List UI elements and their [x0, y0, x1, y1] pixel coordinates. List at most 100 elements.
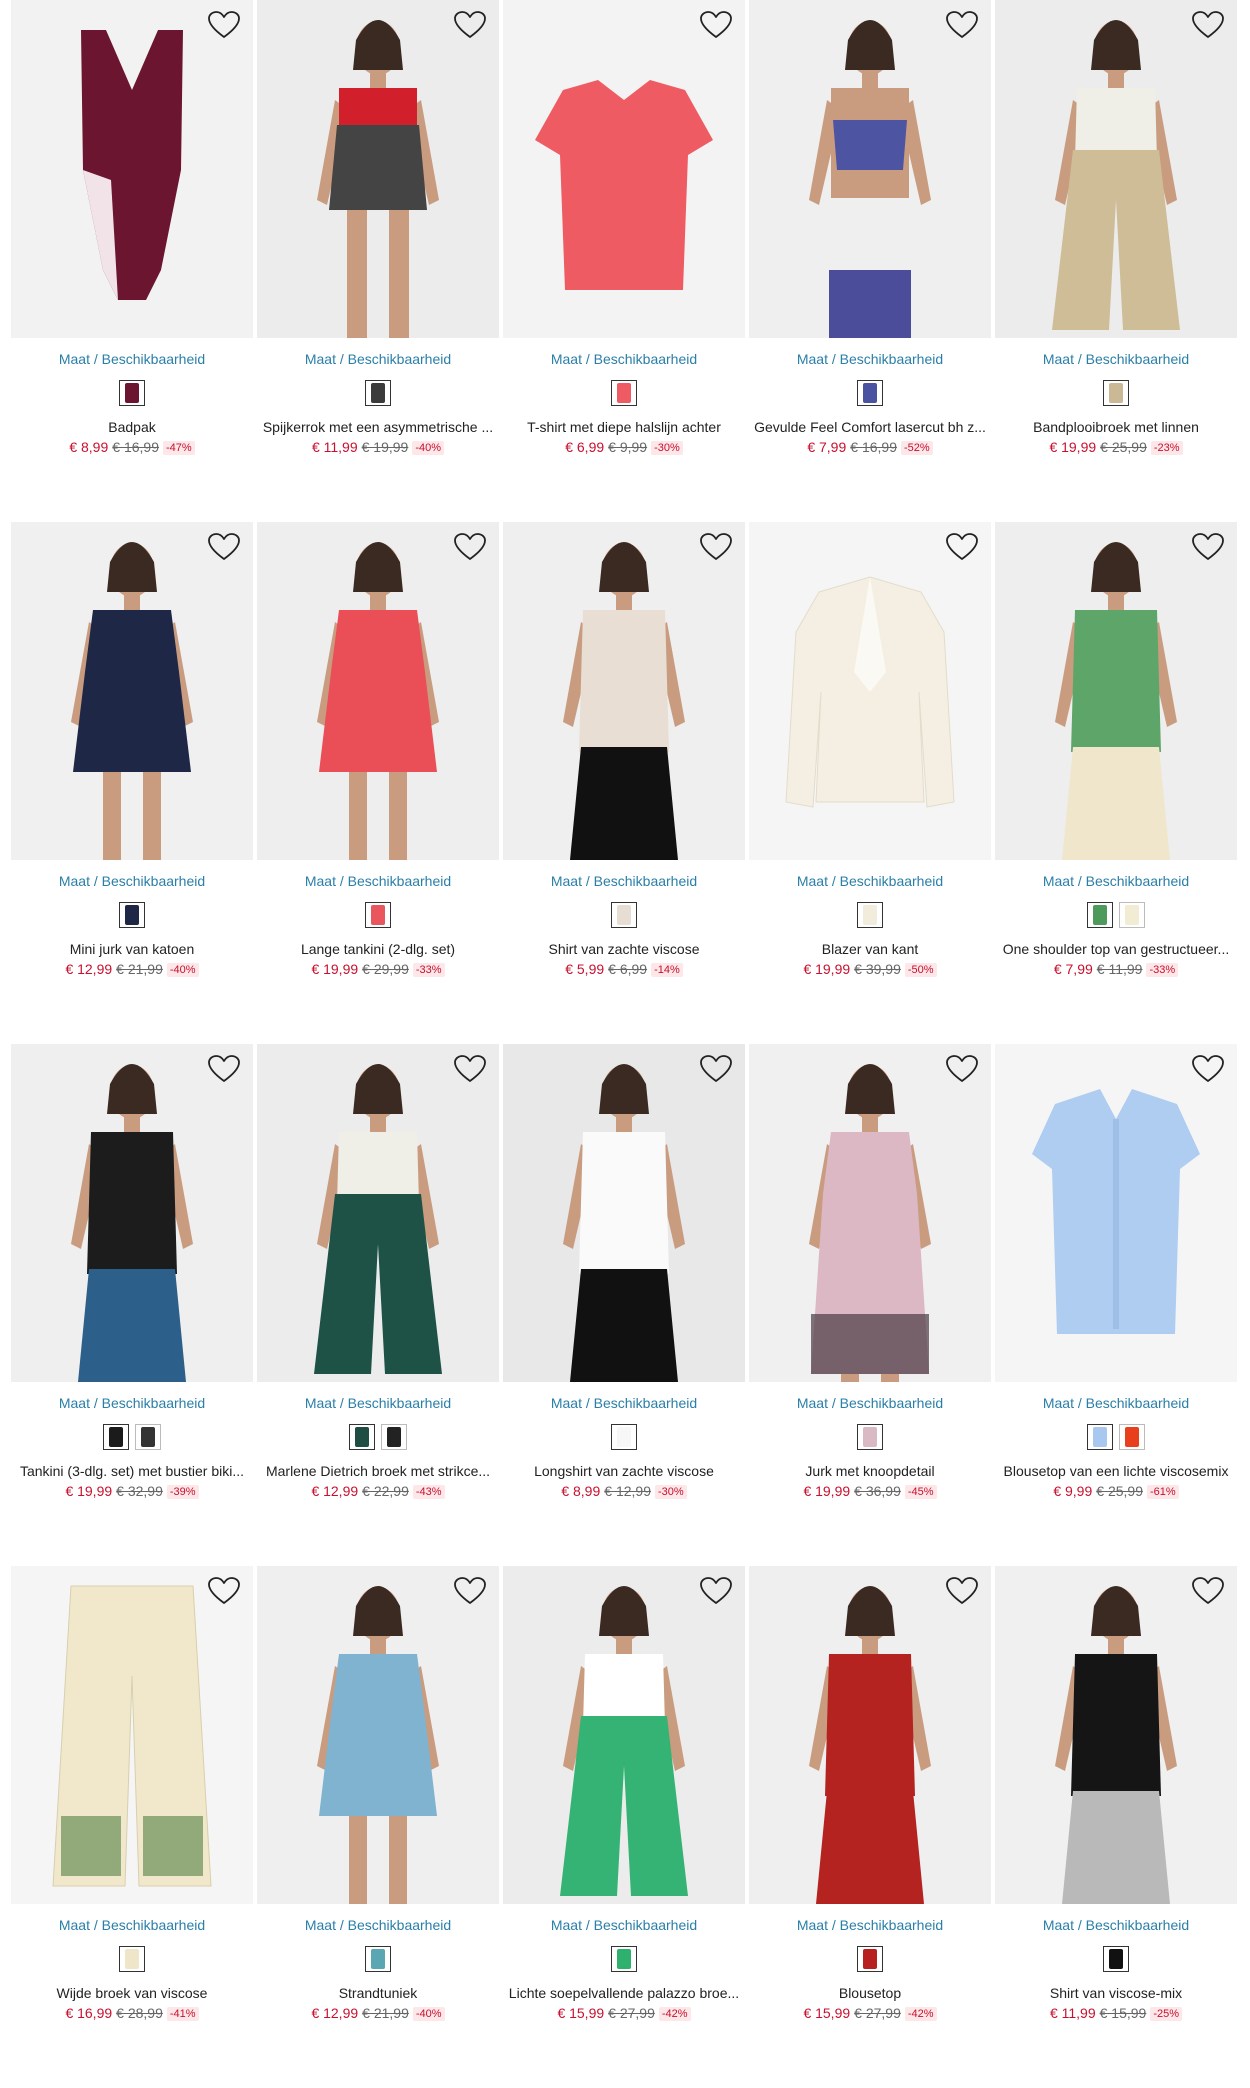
size-availability-link[interactable]: Maat / Beschikbaarheid: [11, 1916, 253, 1934]
product-name[interactable]: Lichte soepelvallende palazzo broe...: [503, 1984, 745, 2002]
product-name[interactable]: Shirt van zachte viscose: [503, 940, 745, 958]
product-image[interactable]: [503, 0, 745, 338]
product-card-4[interactable]: Maat / Beschikbaarheid Gevulde Feel Comf…: [749, 0, 991, 522]
product-name[interactable]: Tankini (3-dlg. set) met bustier biki...: [11, 1462, 253, 1480]
product-card-20[interactable]: Maat / Beschikbaarheid Shirt van viscose…: [995, 1566, 1237, 2088]
product-card-5[interactable]: Maat / Beschikbaarheid Bandplooibroek me…: [995, 0, 1237, 522]
product-card-14[interactable]: Maat / Beschikbaarheid Jurk met knoopdet…: [749, 1044, 991, 1566]
size-availability-link[interactable]: Maat / Beschikbaarheid: [995, 1916, 1237, 1934]
color-swatch[interactable]: [365, 902, 391, 928]
product-name[interactable]: Spijkerrok met een asymmetrische ...: [257, 418, 499, 436]
color-swatch[interactable]: [857, 1424, 883, 1450]
product-image[interactable]: [11, 522, 253, 860]
color-swatch[interactable]: [365, 380, 391, 406]
product-card-3[interactable]: Maat / Beschikbaarheid T-shirt met diepe…: [503, 0, 745, 522]
product-name[interactable]: Strandtuniek: [257, 1984, 499, 2002]
color-swatch[interactable]: [381, 1424, 407, 1450]
heart-icon[interactable]: [207, 1054, 241, 1084]
heart-icon[interactable]: [1191, 10, 1225, 40]
product-card-1[interactable]: Maat / Beschikbaarheid Badpak € 8,99 € 16…: [11, 0, 253, 522]
size-availability-link[interactable]: Maat / Beschikbaarheid: [995, 1394, 1237, 1412]
product-card-2[interactable]: Maat / Beschikbaarheid Spijkerrok met ee…: [257, 0, 499, 522]
product-image[interactable]: [749, 522, 991, 860]
heart-icon[interactable]: [207, 10, 241, 40]
product-name[interactable]: Badpak: [11, 418, 253, 436]
color-swatch[interactable]: [1087, 902, 1113, 928]
color-swatch[interactable]: [611, 1946, 637, 1972]
product-name[interactable]: Blousetop: [749, 1984, 991, 2002]
product-name[interactable]: Shirt van viscose-mix: [995, 1984, 1237, 2002]
heart-icon[interactable]: [699, 1576, 733, 1606]
heart-icon[interactable]: [453, 1054, 487, 1084]
product-card-11[interactable]: Maat / Beschikbaarheid Tankini (3-dlg. s…: [11, 1044, 253, 1566]
color-swatch[interactable]: [857, 380, 883, 406]
product-card-8[interactable]: Maat / Beschikbaarheid Shirt van zachte …: [503, 522, 745, 1044]
heart-icon[interactable]: [699, 10, 733, 40]
product-card-7[interactable]: Maat / Beschikbaarheid Lange tankini (2-…: [257, 522, 499, 1044]
heart-icon[interactable]: [1191, 1054, 1225, 1084]
heart-icon[interactable]: [207, 1576, 241, 1606]
product-image[interactable]: [257, 522, 499, 860]
product-image[interactable]: [995, 1044, 1237, 1382]
heart-icon[interactable]: [453, 10, 487, 40]
product-image[interactable]: [995, 522, 1237, 860]
product-card-13[interactable]: Maat / Beschikbaarheid Longshirt van zac…: [503, 1044, 745, 1566]
size-availability-link[interactable]: Maat / Beschikbaarheid: [257, 350, 499, 368]
heart-icon[interactable]: [453, 532, 487, 562]
product-card-16[interactable]: Maat / Beschikbaarheid Wijde broek van v…: [11, 1566, 253, 2088]
heart-icon[interactable]: [1191, 532, 1225, 562]
product-image[interactable]: [11, 1566, 253, 1904]
size-availability-link[interactable]: Maat / Beschikbaarheid: [995, 350, 1237, 368]
color-swatch[interactable]: [611, 902, 637, 928]
product-name[interactable]: Blousetop van een lichte viscosemix: [995, 1462, 1237, 1480]
product-card-6[interactable]: Maat / Beschikbaarheid Mini jurk van kat…: [11, 522, 253, 1044]
color-swatch[interactable]: [119, 1946, 145, 1972]
product-image[interactable]: [749, 1044, 991, 1382]
size-availability-link[interactable]: Maat / Beschikbaarheid: [11, 350, 253, 368]
heart-icon[interactable]: [453, 1576, 487, 1606]
product-card-15[interactable]: Maat / Beschikbaarheid Blousetop van een…: [995, 1044, 1237, 1566]
color-swatch[interactable]: [103, 1424, 129, 1450]
color-swatch[interactable]: [349, 1424, 375, 1450]
product-image[interactable]: [503, 522, 745, 860]
product-card-12[interactable]: Maat / Beschikbaarheid Marlene Dietrich …: [257, 1044, 499, 1566]
color-swatch[interactable]: [1103, 1946, 1129, 1972]
product-name[interactable]: Mini jurk van katoen: [11, 940, 253, 958]
product-name[interactable]: One shoulder top van gestructueer...: [995, 940, 1237, 958]
product-name[interactable]: Lange tankini (2-dlg. set): [257, 940, 499, 958]
color-swatch[interactable]: [611, 380, 637, 406]
size-availability-link[interactable]: Maat / Beschikbaarheid: [749, 1394, 991, 1412]
color-swatch[interactable]: [1103, 380, 1129, 406]
product-image[interactable]: [503, 1044, 745, 1382]
color-swatch[interactable]: [611, 1424, 637, 1450]
heart-icon[interactable]: [207, 532, 241, 562]
size-availability-link[interactable]: Maat / Beschikbaarheid: [257, 1394, 499, 1412]
heart-icon[interactable]: [699, 532, 733, 562]
size-availability-link[interactable]: Maat / Beschikbaarheid: [503, 1916, 745, 1934]
size-availability-link[interactable]: Maat / Beschikbaarheid: [749, 1916, 991, 1934]
heart-icon[interactable]: [1191, 1576, 1225, 1606]
product-name[interactable]: Gevulde Feel Comfort lasercut bh z...: [749, 418, 991, 436]
color-swatch[interactable]: [119, 902, 145, 928]
color-swatch[interactable]: [365, 1946, 391, 1972]
size-availability-link[interactable]: Maat / Beschikbaarheid: [11, 1394, 253, 1412]
heart-icon[interactable]: [945, 10, 979, 40]
size-availability-link[interactable]: Maat / Beschikbaarheid: [503, 350, 745, 368]
heart-icon[interactable]: [945, 1054, 979, 1084]
product-image[interactable]: [11, 1044, 253, 1382]
color-swatch[interactable]: [119, 380, 145, 406]
product-card-9[interactable]: Maat / Beschikbaarheid Blazer van kant €…: [749, 522, 991, 1044]
product-image[interactable]: [995, 1566, 1237, 1904]
product-name[interactable]: Wijde broek van viscose: [11, 1984, 253, 2002]
product-name[interactable]: Blazer van kant: [749, 940, 991, 958]
size-availability-link[interactable]: Maat / Beschikbaarheid: [11, 872, 253, 890]
product-image[interactable]: [257, 1044, 499, 1382]
color-swatch[interactable]: [1119, 1424, 1145, 1450]
color-swatch[interactable]: [135, 1424, 161, 1450]
product-name[interactable]: Marlene Dietrich broek met strikce...: [257, 1462, 499, 1480]
size-availability-link[interactable]: Maat / Beschikbaarheid: [995, 872, 1237, 890]
size-availability-link[interactable]: Maat / Beschikbaarheid: [503, 872, 745, 890]
color-swatch[interactable]: [1087, 1424, 1113, 1450]
heart-icon[interactable]: [945, 532, 979, 562]
heart-icon[interactable]: [699, 1054, 733, 1084]
